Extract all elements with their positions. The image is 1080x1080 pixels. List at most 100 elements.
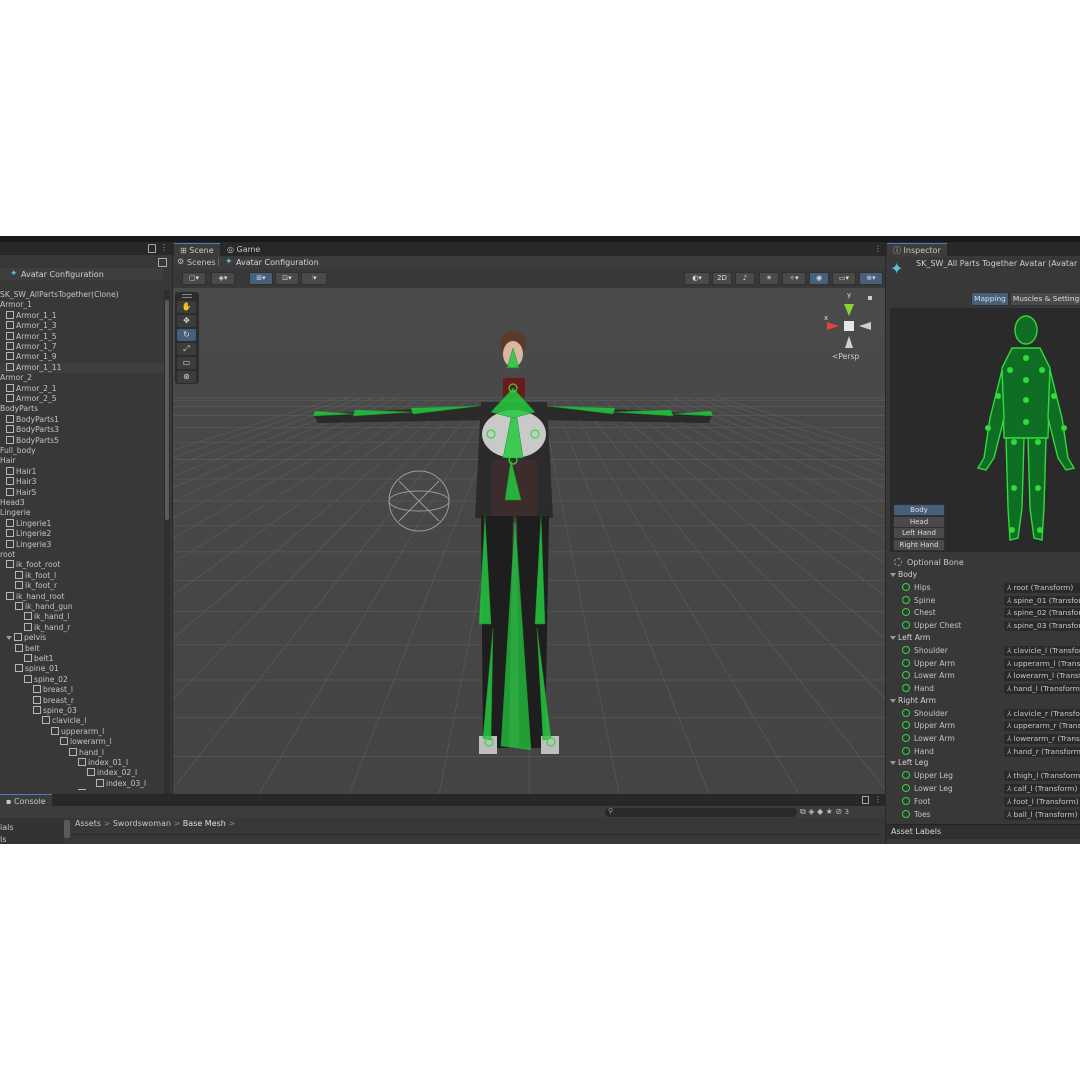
move-tool-icon[interactable]: ✥ <box>177 315 196 327</box>
hierarchy-row[interactable]: Armor_1_1 <box>0 310 57 321</box>
scene-menu-icon[interactable]: ⋮ <box>874 244 882 253</box>
gizmos-button[interactable]: ⊕▾ <box>859 272 883 285</box>
bone-transform-field[interactable]: ⅄clavicle_l (Transform) <box>1004 645 1080 656</box>
bone-transform-field[interactable]: ⅄spine_02 (Transform) <box>1004 608 1080 619</box>
bone-group-header[interactable]: Right Arm <box>890 696 936 705</box>
hierarchy-row[interactable]: spine_01 <box>0 664 59 674</box>
hierarchy-row[interactable]: Lingerie3 <box>0 539 51 550</box>
bone-transform-field[interactable]: ⅄lowerarm_l (Transform) <box>1004 671 1080 682</box>
hidden-packages-icon[interactable]: ⊘ <box>835 807 842 816</box>
group-expand-icon[interactable] <box>890 635 896 640</box>
hierarchy-row[interactable]: Full_body <box>0 446 36 456</box>
scene-viewport[interactable]: y x <Persp ✋ ✥ ↻ ⤢ ▭ ⊛ <box>173 288 885 794</box>
hierarchy-row[interactable]: BodyParts <box>0 404 38 414</box>
hierarchy-row[interactable]: Armor_1_3 <box>0 321 57 331</box>
render-mode-button[interactable]: ◈▾ <box>211 272 235 285</box>
search-icon[interactable] <box>158 258 167 267</box>
console-lock-icon[interactable] <box>862 796 869 804</box>
fx-button[interactable]: ✧▾ <box>782 272 806 285</box>
favorite-star-icon[interactable]: ★ <box>826 807 836 816</box>
hierarchy-row[interactable]: Armor_1 <box>0 300 32 310</box>
hierarchy-row[interactable]: breast_l <box>0 685 73 695</box>
view-button[interactable]: Head <box>893 515 945 528</box>
bone-transform-field[interactable]: ⅄ foot_l (Transform) <box>1004 796 1080 807</box>
palette-handle[interactable] <box>182 294 192 298</box>
bone-mapped-icon[interactable] <box>902 784 910 793</box>
bone-mapped-icon[interactable] <box>902 645 910 654</box>
group-expand-icon[interactable] <box>890 698 896 703</box>
view-button[interactable]: Left Hand <box>893 527 945 539</box>
global-button[interactable]: ⊡▾ <box>275 272 299 285</box>
draw-mode-button[interactable]: ▢▾ <box>182 272 206 285</box>
project-left-scrollbar[interactable] <box>64 820 70 838</box>
hierarchy-row[interactable]: middle_01_l <box>0 789 133 790</box>
hierarchy-row[interactable]: Lingerie2 <box>0 529 51 539</box>
hierarchy-row[interactable]: ik_foot_r <box>0 581 57 591</box>
bone-mapped-icon[interactable] <box>902 683 910 692</box>
rotate-tool-icon[interactable]: ↻ <box>177 329 196 341</box>
hierarchy-row[interactable]: lowerarm_l <box>0 737 112 747</box>
hierarchy-row[interactable]: root <box>0 550 15 560</box>
bone-mapped-icon[interactable] <box>902 771 910 780</box>
hierarchy-row[interactable]: belt1 <box>0 654 53 664</box>
bone-mapped-icon[interactable] <box>902 595 910 604</box>
hierarchy-row[interactable]: Armor_1_7 <box>0 342 57 352</box>
breadcrumb-current[interactable]: Avatar Configuration <box>236 258 319 267</box>
hierarchy-row[interactable]: Armor_1_9 <box>0 352 57 362</box>
hierarchy-row[interactable]: spine_03 <box>0 706 77 716</box>
hierarchy-row[interactable]: Hair3 <box>0 477 36 487</box>
camera-button[interactable]: ▭▾ <box>832 272 856 285</box>
hierarchy-row[interactable]: Hair1 <box>0 466 36 477</box>
bone-mapped-icon[interactable] <box>902 608 910 617</box>
mode-2d-button[interactable]: 2D <box>712 272 732 285</box>
bone-transform-field[interactable]: ⅄spine_01 (Transform) <box>1004 595 1080 606</box>
hierarchy-row[interactable]: index_01_l <box>0 758 128 768</box>
effects-button[interactable]: ☀ <box>759 272 779 285</box>
asset-labels-bar[interactable]: Asset Labels <box>886 824 1080 839</box>
bone-mapped-icon[interactable] <box>902 721 910 730</box>
hierarchy-row[interactable]: BodyParts1 <box>0 414 59 425</box>
hand-tool-icon[interactable]: ✋ <box>177 301 196 313</box>
project-left-item[interactable]: ls <box>0 835 6 844</box>
bone-transform-field[interactable]: ⅄spine_03 (Transform) <box>1004 621 1080 632</box>
hierarchy-row[interactable]: index_02_l <box>0 768 137 778</box>
breadcrumb-scenes[interactable]: Scenes <box>187 258 216 267</box>
bone-transform-field[interactable]: ⅄ thigh_l (Transform) <box>1004 771 1080 782</box>
hierarchy-row[interactable]: ik_hand_root <box>0 591 64 602</box>
hierarchy-row[interactable]: spine_02 <box>0 674 68 685</box>
project-search-input[interactable] <box>605 808 797 817</box>
pivot-button[interactable]: ⊞▾ <box>249 272 273 285</box>
hierarchy-row[interactable]: BodyParts3 <box>0 425 59 435</box>
hierarchy-row[interactable]: hand_l <box>0 747 104 758</box>
bone-mapped-icon[interactable] <box>902 708 910 717</box>
bone-group-header[interactable]: Left Arm <box>890 633 930 642</box>
hierarchy-row[interactable]: ik_hand_r <box>0 622 70 633</box>
tab-mapping[interactable]: Mapping <box>971 292 1009 306</box>
bone-mapped-icon[interactable] <box>902 583 910 591</box>
bone-mapped-icon[interactable] <box>902 671 910 680</box>
hierarchy-row[interactable]: Armor_1_11 <box>0 362 163 374</box>
hierarchy-row[interactable]: SK_SW_AllPartsTogether(Clone) <box>0 290 119 300</box>
hierarchy-row[interactable]: breast_r <box>0 695 74 706</box>
hierarchy-row[interactable]: Lingerie <box>0 508 31 518</box>
tab-scene[interactable]: ⊞ Scene <box>174 243 220 257</box>
hierarchy-row[interactable]: Armor_2 <box>0 373 32 383</box>
hierarchy-row[interactable]: ik_foot_l <box>0 570 56 581</box>
view-button[interactable]: Body <box>893 504 945 516</box>
group-expand-icon[interactable] <box>890 761 896 766</box>
group-expand-icon[interactable] <box>890 573 896 577</box>
scale-tool-icon[interactable]: ⤢ <box>177 343 196 355</box>
label-filter-icon[interactable]: ◆ <box>817 807 826 816</box>
bone-mapped-icon[interactable] <box>902 658 910 667</box>
expand-triangle-icon[interactable] <box>6 636 12 641</box>
hierarchy-row[interactable]: ik_hand_l <box>0 612 69 622</box>
view-button[interactable]: Right Hand <box>893 538 945 551</box>
hierarchy-row[interactable]: Armor_2_1 <box>0 383 57 394</box>
bone-group-header[interactable]: Body <box>890 570 917 579</box>
hierarchy-row[interactable]: index_03_l <box>0 778 146 789</box>
project-left-item[interactable]: ials <box>0 823 14 832</box>
bone-transform-field[interactable]: ⅄ root (Transform) <box>1004 583 1080 593</box>
visibility-button[interactable]: ◉ <box>809 272 829 285</box>
bone-transform-field[interactable]: ⅄ hand_l (Transform) <box>1004 683 1080 694</box>
hierarchy-row[interactable]: ik_foot_root <box>0 560 60 570</box>
